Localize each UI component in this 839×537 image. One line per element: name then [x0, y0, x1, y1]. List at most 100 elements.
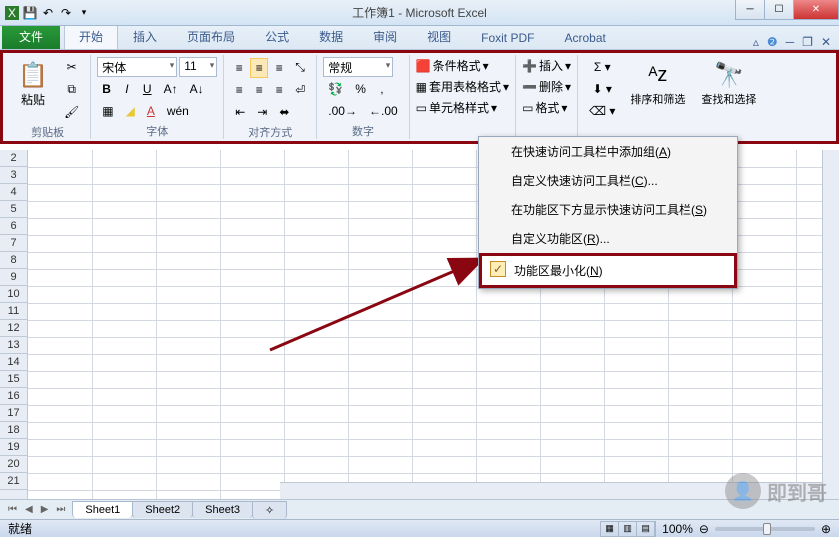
- prev-sheet-icon[interactable]: ◀: [21, 504, 37, 515]
- zoom-in-button[interactable]: ⊕: [821, 522, 831, 536]
- insert-cells-button[interactable]: ➕插入 ▾: [522, 57, 571, 74]
- first-sheet-icon[interactable]: ⏮: [4, 504, 21, 515]
- zoom-slider[interactable]: [715, 527, 815, 531]
- currency-icon[interactable]: 💱: [323, 79, 348, 99]
- row-header[interactable]: 10: [0, 286, 27, 303]
- row-header[interactable]: 6: [0, 218, 27, 235]
- find-select-button[interactable]: 🔭 查找和选择: [695, 57, 762, 109]
- ctx-add-to-qat[interactable]: 在快速访问工具栏中添加组(A): [479, 137, 737, 166]
- row-header[interactable]: 18: [0, 422, 27, 439]
- ctx-minimize-ribbon[interactable]: ✓ 功能区最小化(N): [479, 253, 737, 288]
- save-icon[interactable]: 💾: [22, 5, 38, 21]
- copy-icon[interactable]: ⧉: [59, 79, 84, 100]
- merge-icon[interactable]: ⬌: [274, 102, 294, 122]
- sort-filter-button[interactable]: ᴬz 排序和筛选: [624, 57, 691, 109]
- redo-icon[interactable]: ↷: [58, 5, 74, 21]
- sheet-tab[interactable]: Sheet1: [72, 501, 133, 518]
- bold-button[interactable]: B: [97, 79, 116, 99]
- font-name-combo[interactable]: 宋体: [97, 57, 177, 77]
- minimize-ribbon-icon[interactable]: ▵: [753, 35, 759, 49]
- number-format-combo[interactable]: 常规: [323, 57, 393, 77]
- tab-foxit[interactable]: Foxit PDF: [466, 26, 549, 49]
- row-header[interactable]: 20: [0, 456, 27, 473]
- format-table-button[interactable]: ▦套用表格格式 ▾: [416, 78, 509, 95]
- doc-close-icon[interactable]: ✕: [821, 35, 831, 49]
- new-sheet-button[interactable]: ✧: [252, 501, 287, 519]
- fill-icon[interactable]: ⬇ ▾: [584, 79, 620, 99]
- sheet-tab[interactable]: Sheet2: [132, 501, 193, 518]
- page-layout-icon[interactable]: ▥: [619, 522, 637, 536]
- row-header[interactable]: 5: [0, 201, 27, 218]
- fill-color-icon[interactable]: ◢: [121, 101, 140, 121]
- zoom-out-button[interactable]: ⊖: [699, 522, 709, 536]
- grow-font-icon[interactable]: A↑: [159, 79, 183, 99]
- row-header[interactable]: 15: [0, 371, 27, 388]
- row-header[interactable]: 7: [0, 235, 27, 252]
- cut-icon[interactable]: ✂: [59, 57, 84, 77]
- tab-insert[interactable]: 插入: [118, 23, 172, 49]
- tab-data[interactable]: 数据: [304, 23, 358, 49]
- next-sheet-icon[interactable]: ▶: [37, 504, 53, 515]
- align-left-icon[interactable]: ≡: [230, 80, 248, 100]
- font-size-combo[interactable]: 11: [179, 57, 217, 77]
- align-middle-icon[interactable]: ≡: [250, 58, 268, 78]
- maximize-button[interactable]: ☐: [764, 0, 794, 20]
- qat-dropdown-icon[interactable]: ▾: [76, 5, 92, 21]
- page-break-icon[interactable]: ▤: [637, 522, 655, 536]
- phonetic-icon[interactable]: wén: [162, 101, 194, 121]
- font-color-icon[interactable]: A: [142, 101, 160, 121]
- help-icon[interactable]: ❷: [767, 35, 778, 49]
- delete-cells-button[interactable]: ➖删除 ▾: [522, 78, 571, 95]
- autosum-icon[interactable]: Σ ▾: [584, 57, 620, 77]
- ctx-customize-qat[interactable]: 自定义快速访问工具栏(C)...: [479, 166, 737, 195]
- conditional-format-button[interactable]: 🟥条件格式 ▾: [416, 57, 489, 74]
- row-header[interactable]: 19: [0, 439, 27, 456]
- tab-home[interactable]: 开始: [64, 23, 118, 49]
- increase-decimal-icon[interactable]: .00→: [323, 101, 362, 121]
- ctx-show-qat-below[interactable]: 在功能区下方显示快速访问工具栏(S): [479, 195, 737, 224]
- minimize-button[interactable]: ─: [735, 0, 765, 20]
- shrink-font-icon[interactable]: A↓: [185, 79, 209, 99]
- align-top-icon[interactable]: ≡: [230, 58, 248, 78]
- paste-button[interactable]: 📋 粘贴: [11, 57, 55, 110]
- normal-view-icon[interactable]: ▦: [601, 522, 619, 536]
- row-header[interactable]: 2: [0, 150, 27, 167]
- cell-styles-button[interactable]: ▭单元格样式 ▾: [416, 99, 497, 116]
- close-button[interactable]: ✕: [793, 0, 839, 20]
- ctx-customize-ribbon[interactable]: 自定义功能区(R)...: [479, 224, 737, 253]
- last-sheet-icon[interactable]: ⏭: [52, 504, 69, 515]
- clear-icon[interactable]: ⌫ ▾: [584, 101, 620, 121]
- underline-button[interactable]: U: [138, 79, 157, 99]
- row-header[interactable]: 8: [0, 252, 27, 269]
- align-right-icon[interactable]: ≡: [270, 80, 288, 100]
- row-header[interactable]: 13: [0, 337, 27, 354]
- tab-view[interactable]: 视图: [412, 23, 466, 49]
- orientation-icon[interactable]: ⤡: [290, 57, 310, 78]
- sheet-tab[interactable]: Sheet3: [192, 501, 253, 518]
- wrap-text-icon[interactable]: ⏎: [290, 80, 310, 100]
- row-header[interactable]: 9: [0, 269, 27, 286]
- percent-icon[interactable]: %: [350, 79, 371, 99]
- row-header[interactable]: 4: [0, 184, 27, 201]
- comma-icon[interactable]: ,: [373, 79, 391, 99]
- tab-formulas[interactable]: 公式: [250, 23, 304, 49]
- row-header[interactable]: 11: [0, 303, 27, 320]
- zoom-level[interactable]: 100%: [662, 522, 693, 536]
- tab-acrobat[interactable]: Acrobat: [549, 26, 620, 49]
- zoom-thumb[interactable]: [763, 523, 771, 535]
- tab-file[interactable]: 文件: [2, 23, 60, 49]
- doc-minimize-icon[interactable]: ─: [786, 35, 795, 49]
- row-header[interactable]: 3: [0, 167, 27, 184]
- format-painter-icon[interactable]: 🖌: [59, 102, 84, 122]
- align-bottom-icon[interactable]: ≡: [270, 58, 288, 78]
- row-header[interactable]: 21: [0, 473, 27, 490]
- row-header[interactable]: 16: [0, 388, 27, 405]
- tab-review[interactable]: 审阅: [358, 23, 412, 49]
- italic-button[interactable]: I: [118, 79, 136, 99]
- row-header[interactable]: 17: [0, 405, 27, 422]
- align-center-icon[interactable]: ≡: [250, 80, 268, 100]
- row-header[interactable]: 12: [0, 320, 27, 337]
- tab-layout[interactable]: 页面布局: [172, 23, 250, 49]
- format-cells-button[interactable]: ▭格式 ▾: [522, 99, 567, 116]
- row-header[interactable]: 14: [0, 354, 27, 371]
